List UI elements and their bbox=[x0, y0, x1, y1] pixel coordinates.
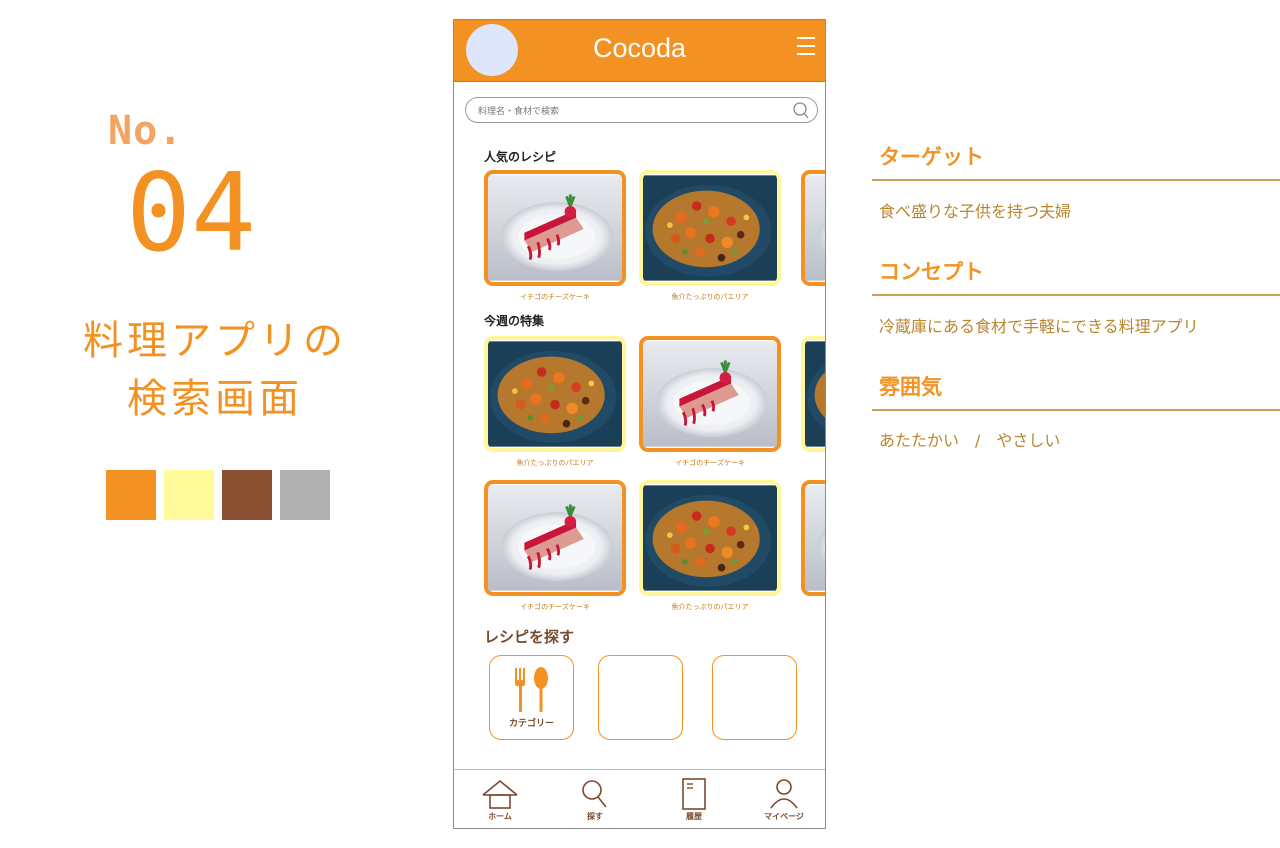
mood-text: あたたかい / やさしい bbox=[879, 431, 1061, 450]
category-tile[interactable]: カテゴリー bbox=[489, 655, 574, 740]
cheesecake-image bbox=[805, 484, 826, 592]
nav-history[interactable]: 履歴 bbox=[659, 778, 729, 822]
cutlery-icon bbox=[515, 667, 548, 712]
target-heading: ターゲット bbox=[879, 145, 984, 169]
cheesecake-image bbox=[488, 174, 622, 282]
cheesecake-image bbox=[488, 484, 622, 592]
number-value: 04 bbox=[126, 151, 257, 276]
nav-history-label: 履歴 bbox=[686, 812, 702, 821]
bottom-nav: ホーム 探す 履歴 マイページ bbox=[454, 769, 825, 828]
color-swatch-yellow bbox=[164, 470, 214, 520]
book-icon bbox=[682, 778, 706, 810]
recipe-caption: イチゴのチーズケーキ bbox=[675, 459, 745, 467]
target-text: 食べ盛りな子供を持つ夫婦 bbox=[879, 202, 1072, 221]
home-icon bbox=[482, 779, 518, 809]
recipe-card-partial[interactable] bbox=[801, 170, 826, 286]
recipe-card-paella[interactable] bbox=[484, 336, 626, 452]
popular-section-title: 人気のレシピ bbox=[484, 150, 557, 164]
concept-heading: コンセプト bbox=[879, 260, 984, 284]
paella-image bbox=[488, 340, 622, 448]
nav-search[interactable]: 探す bbox=[560, 778, 630, 822]
nav-search-label: 探す bbox=[587, 812, 603, 821]
title-line-2: 検索画面 bbox=[127, 376, 303, 422]
recipe-card-cheesecake[interactable] bbox=[484, 480, 626, 596]
recipe-card-cheesecake[interactable] bbox=[484, 170, 626, 286]
title-line-1: 料理アプリの bbox=[83, 318, 347, 364]
number-label: No. bbox=[108, 108, 184, 154]
page-title: 料理アプリの 検索画面 bbox=[70, 312, 360, 428]
user-icon bbox=[770, 779, 798, 809]
concept-text: 冷蔵庫にある食材で手軽にできる料理アプリ bbox=[879, 317, 1199, 336]
search-placeholder: 料理名・食材で検索 bbox=[478, 107, 560, 117]
search-input[interactable]: 料理名・食材で検索 bbox=[465, 97, 818, 123]
feature-section-title: 今週の特集 bbox=[484, 314, 545, 328]
recipe-caption: 魚介たっぷりのパエリア bbox=[671, 603, 749, 611]
recipe-card-partial[interactable] bbox=[801, 480, 826, 596]
recipe-caption: 魚介たっぷりのパエリア bbox=[516, 459, 594, 467]
cheesecake-image bbox=[643, 340, 777, 448]
recipe-caption: 魚介たっぷりのパエリア bbox=[671, 293, 749, 301]
nav-mypage[interactable]: マイページ bbox=[749, 778, 819, 822]
color-swatch-brown bbox=[222, 470, 272, 520]
recipe-card-paella[interactable] bbox=[639, 480, 781, 596]
app-title: Cocoda bbox=[592, 33, 687, 63]
app-header: Cocoda bbox=[454, 20, 825, 82]
divider bbox=[872, 294, 1280, 296]
search-icon bbox=[582, 780, 607, 808]
recipe-caption: イチゴのチーズケーキ bbox=[520, 603, 590, 611]
color-swatch-gray bbox=[280, 470, 330, 520]
search-icon[interactable] bbox=[791, 101, 811, 121]
nav-home-label: ホーム bbox=[488, 812, 512, 821]
paella-image bbox=[805, 340, 826, 448]
explore-tile-empty[interactable] bbox=[712, 655, 797, 740]
nav-home[interactable]: ホーム bbox=[465, 778, 535, 822]
explore-section-title: レシピを探す bbox=[484, 628, 575, 646]
nav-mypage-label: マイページ bbox=[764, 812, 804, 821]
color-palette bbox=[106, 470, 330, 520]
divider bbox=[872, 179, 1280, 181]
recipe-card-paella[interactable] bbox=[639, 170, 781, 286]
explore-tile-empty[interactable] bbox=[598, 655, 683, 740]
paella-image bbox=[643, 484, 777, 592]
cheesecake-image bbox=[805, 174, 826, 282]
color-swatch-orange bbox=[106, 470, 156, 520]
paella-image bbox=[643, 174, 777, 282]
category-label: カテゴリー bbox=[508, 719, 554, 729]
recipe-card-partial[interactable] bbox=[801, 336, 826, 452]
hamburger-menu-icon[interactable] bbox=[797, 37, 815, 55]
divider bbox=[872, 409, 1280, 411]
phone-screen: Cocoda 料理名・食材で検索 人気のレシピ イチゴのチーズケーキ 魚介たっぷ… bbox=[453, 19, 826, 829]
recipe-card-cheesecake[interactable] bbox=[639, 336, 781, 452]
mood-heading: 雰囲気 bbox=[879, 375, 942, 399]
recipe-caption: イチゴのチーズケーキ bbox=[520, 293, 590, 301]
